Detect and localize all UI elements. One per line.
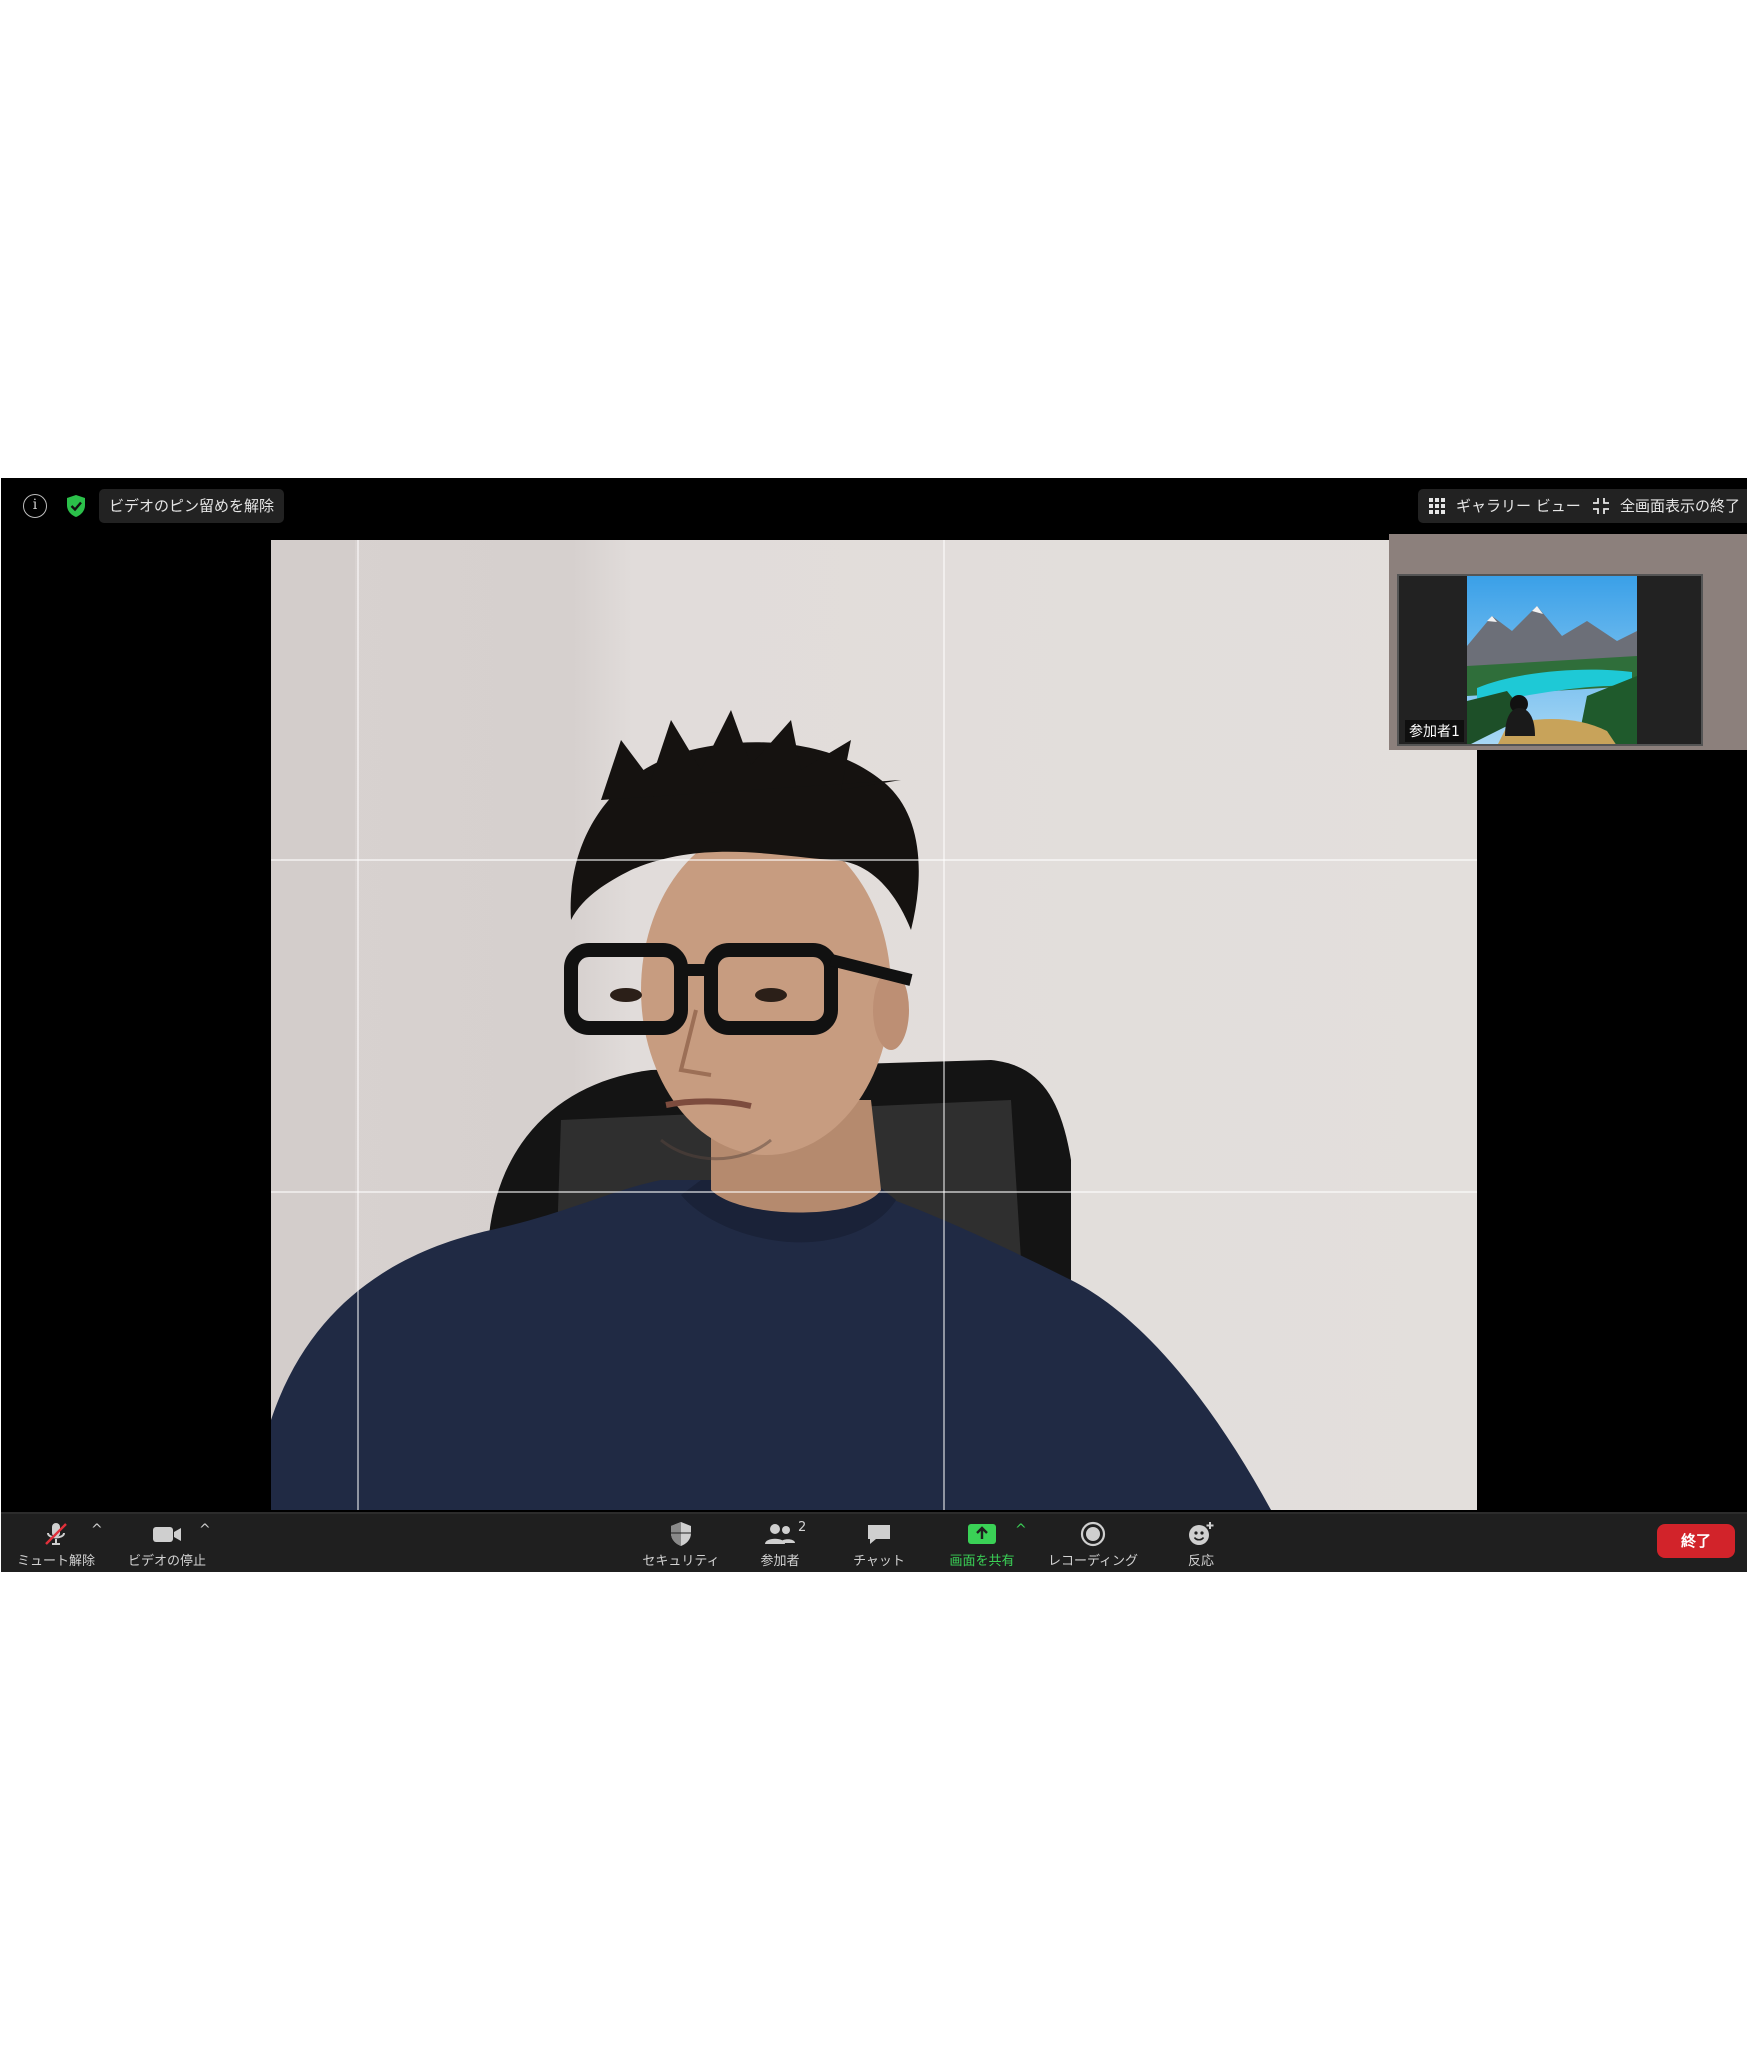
- shield-icon: [671, 1522, 691, 1546]
- info-icon[interactable]: i: [23, 494, 47, 518]
- chat-label: チャット: [853, 1554, 905, 1569]
- smiley-add-icon: [1189, 1522, 1214, 1545]
- stop-video-label: ビデオの停止: [127, 1554, 206, 1569]
- main-speaker-video: [271, 540, 1477, 1510]
- security-label: セキュリティ: [642, 1554, 720, 1569]
- reactions-button[interactable]: 反応: [1165, 1514, 1237, 1572]
- unpin-video-button[interactable]: ビデオのピン留めを解除: [99, 489, 285, 523]
- end-meeting-button[interactable]: 終了: [1657, 1524, 1735, 1558]
- meeting-toolbar: ミュート解除 ^ ビデオの停止 ^ セキュリティ 参加者 2 チャット 画面を共…: [1, 1512, 1747, 1572]
- security-button[interactable]: セキュリティ: [633, 1514, 729, 1572]
- speaker-video-frame: [271, 540, 1477, 1510]
- top-bar: i ビデオのピン留めを解除 ギャラリー ビュー 全画面表示の終了: [1, 478, 1747, 534]
- participant-thumbnail[interactable]: 参加者1: [1397, 574, 1703, 746]
- video-options-caret[interactable]: ^: [199, 1522, 211, 1538]
- zoom-meeting-window: i ビデオのピン留めを解除 ギャラリー ビュー 全画面表示の終了 参加者1 ミュ…: [1, 478, 1747, 1572]
- muted-microphone-icon: [45, 1523, 67, 1545]
- grid-line: [271, 1191, 1477, 1193]
- participants-icon: [765, 1524, 795, 1544]
- chat-button[interactable]: チャット: [837, 1514, 921, 1572]
- audio-options-caret[interactable]: ^: [91, 1522, 103, 1538]
- participants-button[interactable]: 参加者: [737, 1514, 823, 1572]
- exit-fullscreen-button[interactable]: 全画面表示の終了: [1582, 489, 1747, 523]
- record-icon: [1080, 1521, 1106, 1547]
- share-screen-button[interactable]: 画面を共有: [937, 1514, 1027, 1572]
- video-camera-icon: [153, 1527, 181, 1542]
- mute-button[interactable]: ミュート解除: [11, 1514, 101, 1572]
- chat-bubble-icon: [868, 1525, 890, 1544]
- record-button[interactable]: レコーディング: [1041, 1514, 1145, 1572]
- gallery-view-button[interactable]: ギャラリー ビュー: [1418, 489, 1606, 523]
- share-options-caret[interactable]: ^: [1015, 1522, 1027, 1538]
- gallery-view-label: ギャラリー ビュー: [1456, 497, 1581, 515]
- exit-fullscreen-icon: [1593, 498, 1609, 514]
- shield-check-icon[interactable]: [63, 493, 89, 519]
- record-label: レコーディング: [1047, 1554, 1139, 1569]
- grid-line: [943, 540, 945, 1510]
- exit-fullscreen-label: 全画面表示の終了: [1620, 497, 1741, 515]
- reactions-label: 反応: [1187, 1554, 1214, 1569]
- share-screen-label: 画面を共有: [949, 1554, 1015, 1569]
- participant-thumbnail-image: [1467, 576, 1637, 744]
- grid-icon: [1429, 498, 1445, 514]
- mute-label: ミュート解除: [16, 1554, 95, 1569]
- participants-count: 2: [798, 1520, 807, 1535]
- participants-label: 参加者: [760, 1554, 800, 1569]
- participant-name-label: 参加者1: [1405, 720, 1464, 742]
- share-screen-icon: [968, 1524, 996, 1544]
- grid-line: [357, 540, 359, 1510]
- participant-thumbnail-panel: 参加者1: [1389, 534, 1747, 750]
- grid-line: [271, 859, 1477, 861]
